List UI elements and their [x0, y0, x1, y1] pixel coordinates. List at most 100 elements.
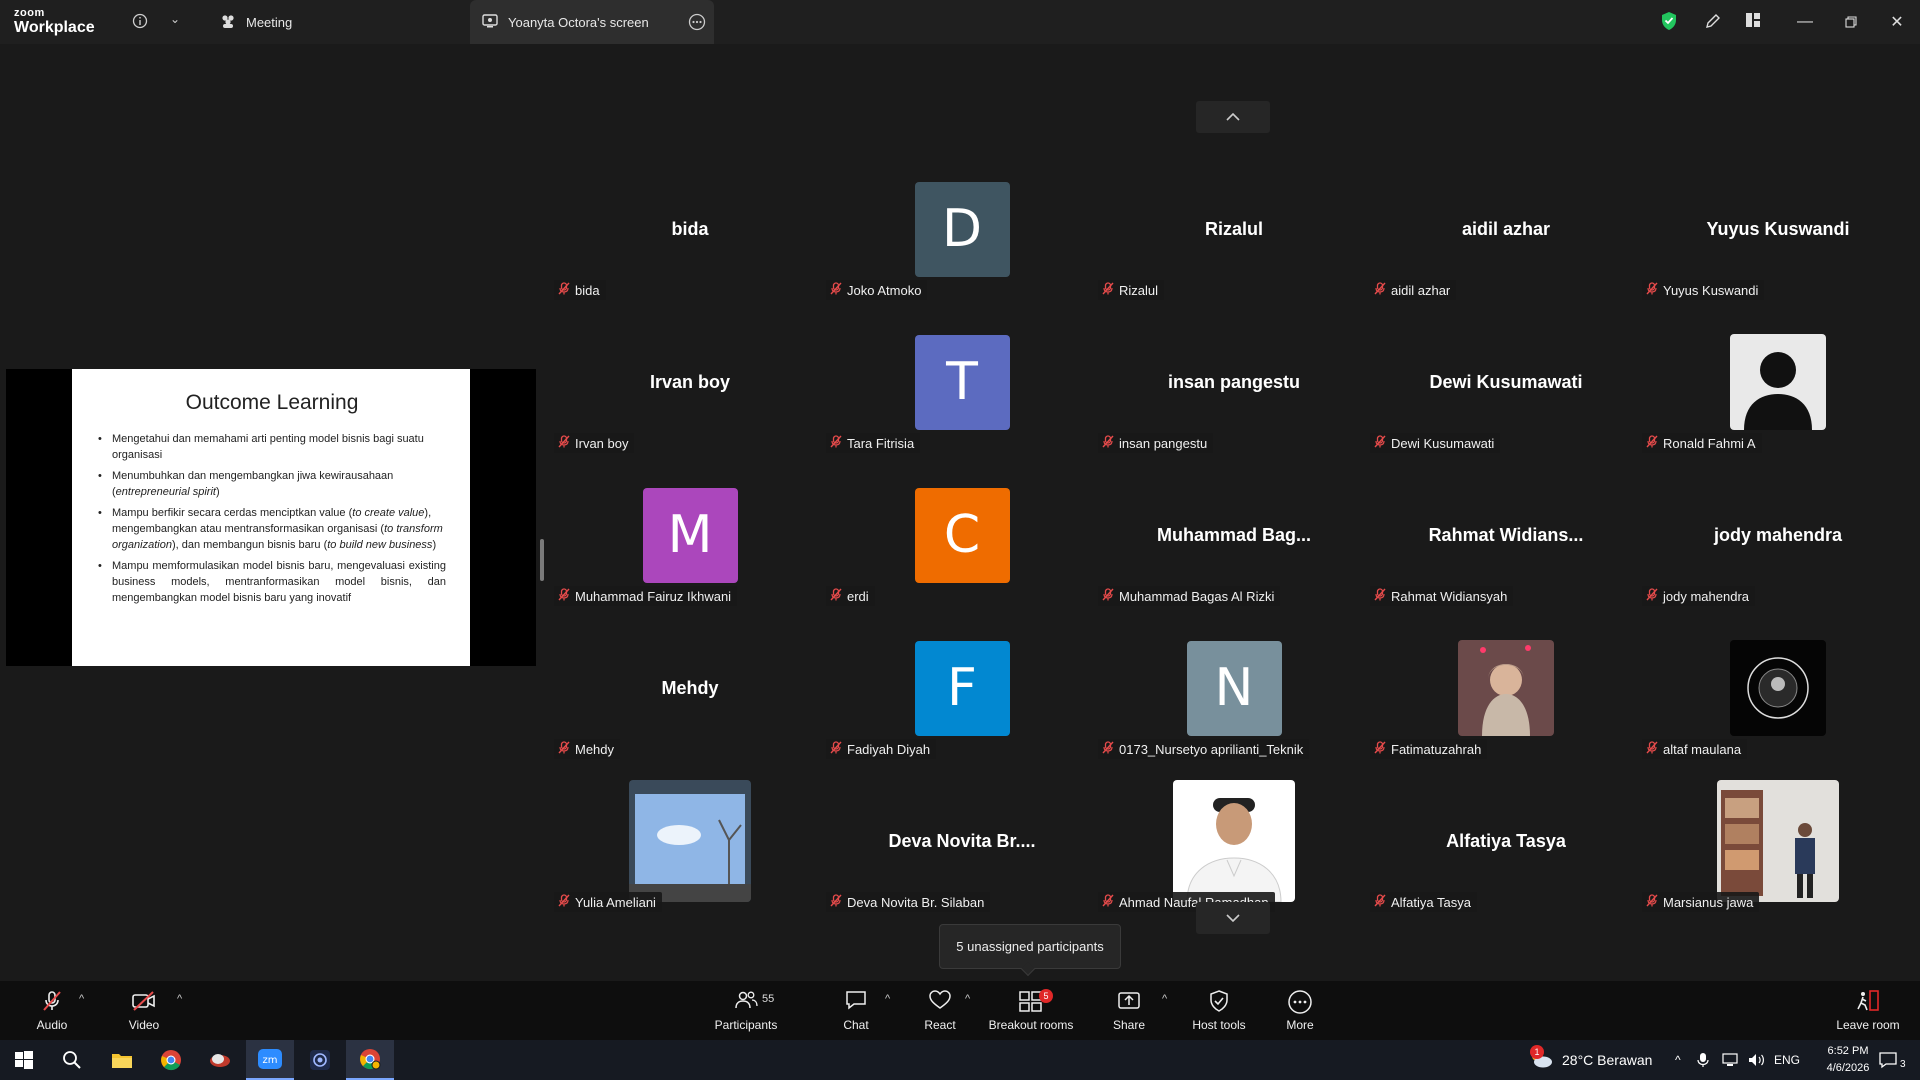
- participant-tile[interactable]: insan pangestu insan pangestu: [1098, 318, 1370, 471]
- participant-tile[interactable]: F Fadiyah Diyah: [826, 624, 1098, 777]
- meeting-toolbar: Audio ^ Video ^ Participants 55 Chat ^ R…: [0, 981, 1920, 1040]
- react-options-caret-icon[interactable]: ^: [965, 993, 970, 1005]
- participant-tile[interactable]: Rizalul Rizalul: [1098, 165, 1370, 318]
- participant-photo: [1717, 780, 1839, 902]
- participant-display-name: Rizalul: [1204, 218, 1263, 239]
- speaker-icon[interactable]: [1748, 1040, 1766, 1080]
- participant-video-area: [554, 777, 826, 905]
- participants-count: 55: [762, 993, 775, 1005]
- camera-app-icon[interactable]: [296, 1040, 344, 1080]
- participant-tile[interactable]: bida bida: [554, 165, 826, 318]
- participant-tile[interactable]: Mehdy Mehdy: [554, 624, 826, 777]
- participant-tile[interactable]: T Tara Fitrisia: [826, 318, 1098, 471]
- react-button[interactable]: React: [920, 981, 960, 1040]
- participant-initial-avatar: D: [914, 181, 1010, 277]
- panel-resize-handle[interactable]: [540, 539, 544, 581]
- mic-muted-icon: [1102, 434, 1114, 452]
- network-icon[interactable]: [1722, 1040, 1740, 1080]
- language-indicator[interactable]: ENG: [1774, 1040, 1800, 1080]
- participant-tile[interactable]: Cerdi: [826, 471, 1098, 624]
- mic-muted-icon: [1102, 281, 1114, 299]
- notification-center-icon[interactable]: 3: [1878, 1040, 1906, 1080]
- participant-tile[interactable]: altaf maulana: [1642, 624, 1914, 777]
- file-explorer-icon[interactable]: [98, 1040, 146, 1080]
- mic-muted-icon: [1646, 434, 1658, 452]
- share-options-caret-icon[interactable]: ^: [1162, 993, 1167, 1005]
- leave-room-button[interactable]: Leave room: [1834, 981, 1902, 1040]
- tray-overflow-chevron-icon[interactable]: ^: [1675, 1040, 1681, 1080]
- participant-tile[interactable]: Fatimatuzahrah: [1370, 624, 1642, 777]
- tab-meeting[interactable]: Meeting: [210, 0, 460, 44]
- share-button[interactable]: Share: [1109, 981, 1149, 1040]
- participant-tile[interactable]: Deva Novita Br.... Deva Novita Br. Silaba…: [826, 777, 1098, 930]
- shared-screen-panel[interactable]: Outcome Learning Mengetahui dan memahami…: [6, 369, 536, 666]
- chat-options-caret-icon[interactable]: ^: [885, 993, 890, 1005]
- info-icon[interactable]: [132, 13, 148, 33]
- chat-button[interactable]: Chat: [836, 981, 876, 1040]
- participants-button[interactable]: Participants: [710, 981, 782, 1040]
- mic-muted-icon: [1374, 587, 1386, 605]
- video-options-caret-icon[interactable]: ^: [177, 993, 182, 1005]
- zoom-taskbar-icon[interactable]: zm: [246, 1040, 294, 1080]
- participant-tile[interactable]: Irvan boy Irvan boy: [554, 318, 826, 471]
- participant-name-text: Fadiyah Diyah: [847, 741, 931, 757]
- participants-icon: [734, 989, 758, 1015]
- restore-button[interactable]: [1828, 0, 1874, 44]
- annotate-pencil-icon[interactable]: [1704, 12, 1722, 34]
- participant-tile[interactable]: D Joko Atmoko: [826, 165, 1098, 318]
- participant-tile[interactable]: M Muhammad Fairuz Ikhwani: [554, 471, 826, 624]
- participant-tile[interactable]: Yulia Ameliani: [554, 777, 826, 930]
- meeting-people-icon: [220, 14, 236, 31]
- participant-tile[interactable]: Marsianus jawa: [1642, 777, 1914, 930]
- notification-count: 3: [1900, 1058, 1906, 1070]
- participant-video-area: bida: [554, 165, 826, 293]
- breakout-rooms-button[interactable]: Breakout rooms: [988, 981, 1074, 1040]
- participant-tile[interactable]: Ronald Fahmi A: [1642, 318, 1914, 471]
- presentation-slide: Outcome Learning Mengetahui dan memahami…: [72, 369, 470, 666]
- minimize-button[interactable]: —: [1782, 0, 1828, 44]
- weather-widget[interactable]: 1 28°C Berawan: [1528, 1040, 1652, 1080]
- chevron-down-icon[interactable]: ⌄: [170, 12, 180, 26]
- audio-options-caret-icon[interactable]: ^: [79, 993, 84, 1005]
- chrome-icon[interactable]: [147, 1040, 195, 1080]
- more-options-icon[interactable]: [688, 13, 706, 34]
- chrome-profile-icon[interactable]: [346, 1040, 394, 1080]
- page-up-button[interactable]: [1196, 101, 1270, 133]
- mic-muted-icon: [1102, 740, 1114, 758]
- participant-tile[interactable]: aidil azhar aidil azhar: [1370, 165, 1642, 318]
- search-icon[interactable]: [48, 1040, 96, 1080]
- participant-tile[interactable]: Muhammad Bag... Muhammad Bagas Al Rizki: [1098, 471, 1370, 624]
- participant-tile[interactable]: Dewi Kusumawati Dewi Kusumawati: [1370, 318, 1642, 471]
- windows-start-icon[interactable]: [0, 1040, 48, 1080]
- participant-display-name: Rahmat Widians...: [1428, 524, 1584, 545]
- audio-button[interactable]: Audio: [30, 981, 74, 1040]
- participant-video-area: T: [826, 318, 1098, 446]
- participant-tile[interactable]: Yuyus Kuswandi Yuyus Kuswandi: [1642, 165, 1914, 318]
- microphone-tray-icon[interactable]: [1697, 1040, 1709, 1080]
- host-tools-button[interactable]: Host tools: [1188, 981, 1250, 1040]
- app-cloud-icon[interactable]: [196, 1040, 244, 1080]
- participant-tile[interactable]: Alfatiya Tasya Alfatiya Tasya: [1370, 777, 1642, 930]
- participant-video-area: Muhammad Bag...: [1098, 471, 1370, 599]
- view-layout-icon[interactable]: [1745, 12, 1761, 32]
- taskbar-clock[interactable]: 6:52 PM 4/6/2026: [1808, 1043, 1888, 1077]
- slide-bullet: Mengetahui dan memahami arti penting mod…: [98, 431, 446, 463]
- participant-tile[interactable]: jody mahendra jody mahendra: [1642, 471, 1914, 624]
- more-button[interactable]: More: [1280, 981, 1320, 1040]
- participant-name-label: Yulia Ameliani: [554, 892, 662, 912]
- participant-name-label: 0173_Nursetyo aprilianti_Teknik: [1098, 739, 1310, 759]
- security-shield-icon[interactable]: [1660, 11, 1678, 35]
- tab-shared-screen[interactable]: Yoanyta Octora's screen: [470, 0, 714, 44]
- participant-tile[interactable]: N 0173_Nursetyo aprilianti_Teknik: [1098, 624, 1370, 777]
- breakout-rooms-label: Breakout rooms: [988, 1018, 1074, 1032]
- participant-photo: [629, 780, 751, 902]
- video-button[interactable]: Video: [122, 981, 166, 1040]
- participant-initial-avatar: F: [914, 640, 1010, 736]
- mic-muted-icon: [830, 281, 842, 299]
- close-button[interactable]: ✕: [1874, 0, 1920, 44]
- page-down-button[interactable]: [1196, 902, 1270, 934]
- participant-tile[interactable]: Rahmat Widians... Rahmat Widiansyah: [1370, 471, 1642, 624]
- participant-display-name: Mehdy: [661, 677, 719, 698]
- share-screen-icon: [1116, 989, 1142, 1015]
- participant-name-label: Muhammad Fairuz Ikhwani: [554, 586, 738, 606]
